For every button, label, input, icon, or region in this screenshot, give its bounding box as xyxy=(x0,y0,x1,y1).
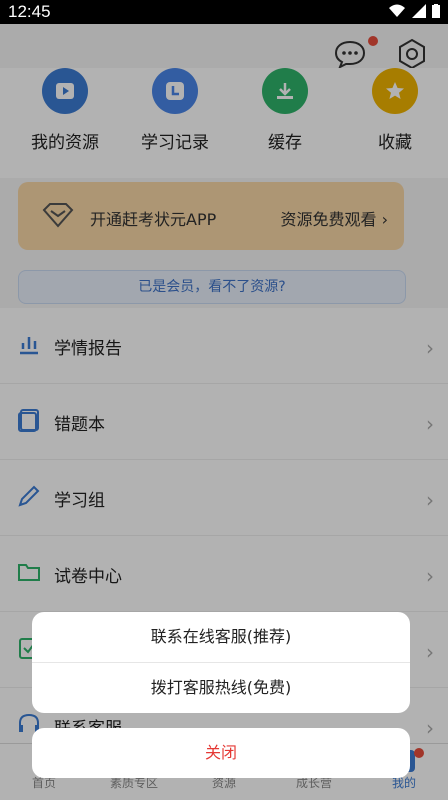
wifi-icon xyxy=(389,4,405,17)
battery-icon xyxy=(432,4,440,18)
status-bar: 12:45 xyxy=(0,0,448,24)
contact-action-sheet: 联系在线客服(推荐) 拨打客服热线(免费) xyxy=(32,612,410,713)
close-button[interactable]: 关闭 xyxy=(32,728,410,778)
hotline-option[interactable]: 拨打客服热线(免费) xyxy=(32,663,410,713)
status-time: 12:45 xyxy=(8,2,51,21)
signal-icon xyxy=(412,4,426,18)
online-service-option[interactable]: 联系在线客服(推荐) xyxy=(32,612,410,663)
status-icons xyxy=(388,4,440,18)
